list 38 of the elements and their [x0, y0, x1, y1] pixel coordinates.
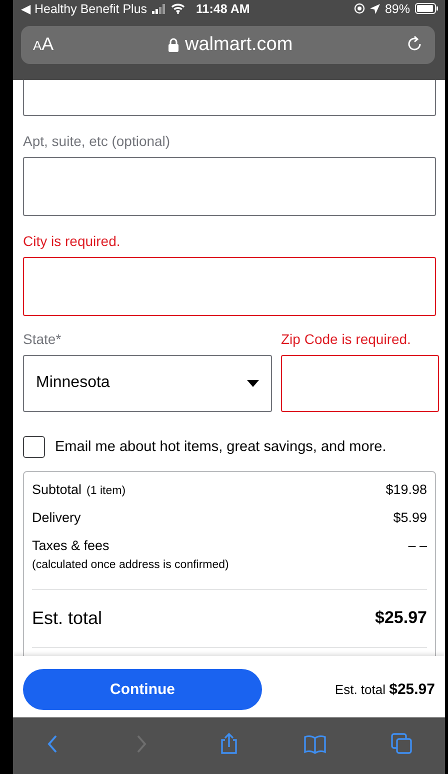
summary-label: Delivery: [32, 510, 81, 525]
field-label: Apt, suite, etc (optional): [23, 132, 172, 149]
continue-button[interactable]: Continue: [23, 669, 262, 710]
clock-time: 11:48 AM: [196, 2, 250, 16]
caret-down-icon: [247, 380, 259, 387]
text-field[interactable]: [23, 256, 436, 316]
checkbox-label: Email me about hot items, great savings, and more.: [55, 438, 386, 455]
tabs-icon[interactable]: [390, 733, 413, 756]
summary-label: Subtotal: [32, 482, 82, 497]
error-message: City is required.: [23, 232, 122, 249]
error-message: Zip Code is required.: [281, 330, 412, 347]
url-text: walmart.com: [185, 34, 293, 56]
book-icon[interactable]: [304, 733, 326, 756]
state-dropdown[interactable]: Minnesota: [23, 354, 272, 412]
orientation-lock-icon: [354, 3, 365, 14]
summary-value: – –: [408, 538, 427, 553]
text-size-button[interactable]: AA: [33, 34, 54, 56]
summary-note: (calculated once address is confirmed): [32, 558, 229, 571]
field-label: State*: [23, 330, 62, 347]
signal-icon: [152, 4, 166, 14]
summary-label: Taxes & fees: [32, 538, 110, 553]
location-arrow-icon: [370, 4, 380, 14]
checkbox[interactable]: [23, 436, 45, 458]
summary-value: $19.98: [386, 482, 427, 497]
total-label: Est. total: [32, 608, 102, 629]
summary-value: $5.99: [393, 510, 427, 525]
footer-total-label: Est. total: [334, 682, 386, 698]
text-field[interactable]: [23, 156, 436, 216]
footer-total-amount: $25.97: [389, 681, 435, 698]
address-bar[interactable]: AA walmart.com: [21, 26, 435, 64]
zip-code-field[interactable]: [281, 354, 439, 412]
summary-note: (1 item): [86, 484, 126, 497]
lock-icon: [168, 38, 179, 52]
battery-icon: [415, 3, 439, 14]
battery-percentage: 89%: [384, 2, 410, 16]
wifi-icon: [171, 3, 186, 14]
total-amount: $25.97: [375, 608, 427, 628]
back-to-app-link[interactable]: ◀ Healthy Benefit Plus: [21, 1, 148, 16]
